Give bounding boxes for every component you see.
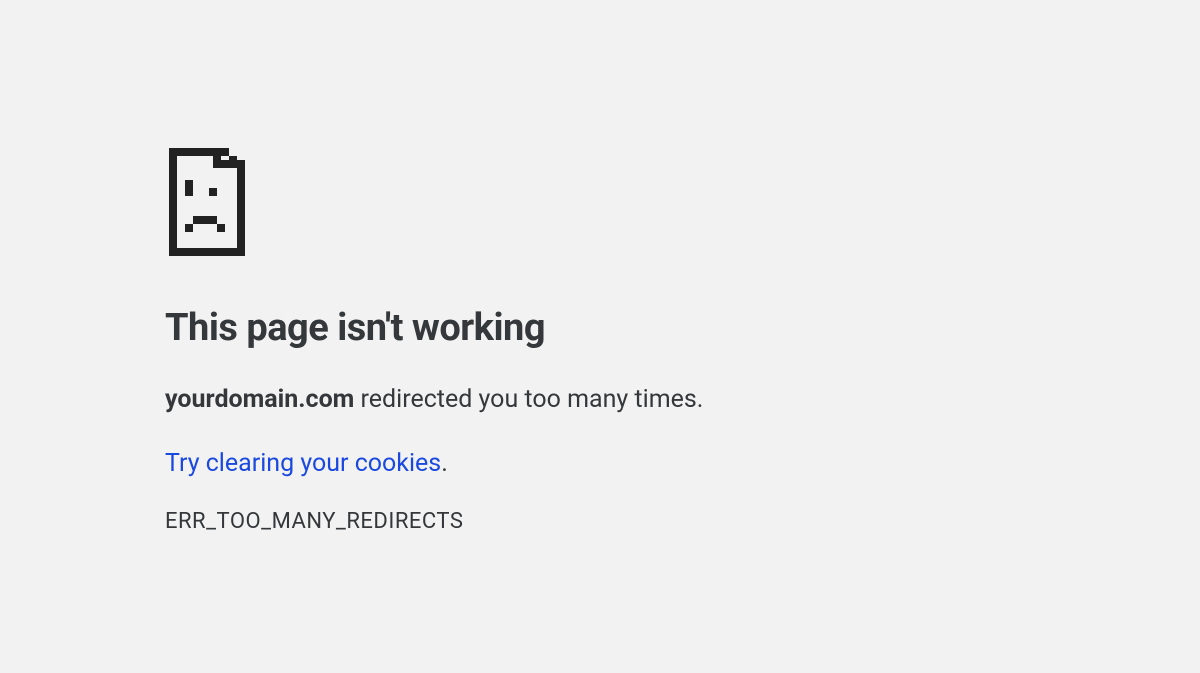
error-domain: yourdomain.com [165, 385, 354, 414]
sad-document-icon [165, 148, 800, 256]
error-suggestion: Try clearing your cookies. [165, 448, 800, 481]
error-title: This page isn't working [165, 306, 800, 352]
clear-cookies-link[interactable]: Try clearing your cookies [165, 449, 441, 478]
suggestion-period: . [441, 449, 448, 478]
error-message: yourdomain.com redirected you too many t… [165, 384, 800, 417]
error-code: ERR_TOO_MANY_REDIRECTS [165, 509, 800, 534]
error-page-container: This page isn't working yourdomain.com r… [0, 0, 800, 534]
error-message-text: redirected you too many times. [354, 385, 703, 414]
